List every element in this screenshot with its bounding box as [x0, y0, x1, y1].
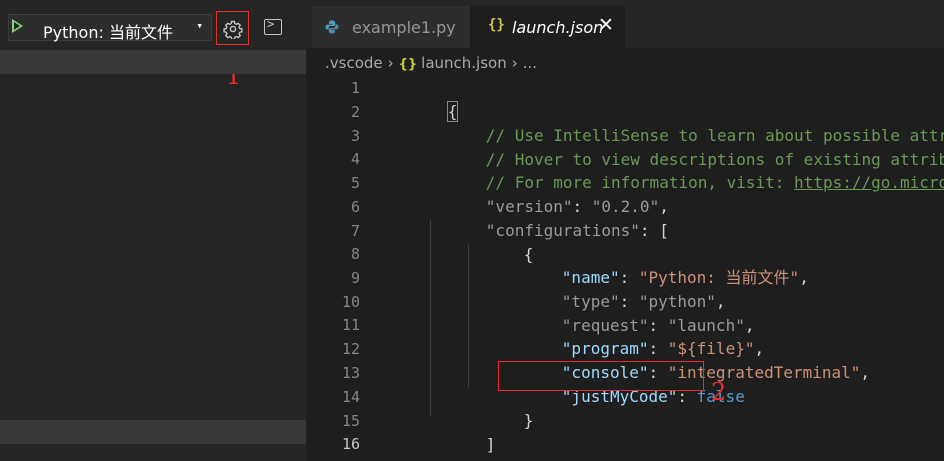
line-number: 12: [341, 340, 360, 358]
json-icon: {}: [488, 17, 505, 33]
breadcrumb: .vscode ›{} launch.json ›...: [325, 54, 537, 74]
line-number: 13: [341, 364, 360, 382]
tab-example1-py[interactable]: example1.py: [312, 6, 470, 48]
comment-link[interactable]: https://go.microsoft.com/fwlink/?linkid=…: [794, 173, 944, 192]
line-number: 11: [341, 316, 360, 334]
code-line: {: [390, 76, 459, 122]
breadcrumb-file[interactable]: launch.json: [421, 54, 507, 72]
chevron-right-icon: ›: [387, 54, 394, 72]
code-line: ]: [428, 409, 496, 454]
debug-console-button[interactable]: >: [264, 17, 282, 35]
code-line: // Hover to view descriptions of existin…: [428, 124, 944, 169]
open-launch-json-button[interactable]: [216, 11, 249, 45]
debug-config-label: Python: 当前文件: [43, 23, 173, 42]
json-comma: ,: [799, 268, 809, 287]
editor-area: example1.py {} launch.json ✕ .vscode ›{} l…: [306, 0, 944, 461]
code-line: "name": "Python: 当前文件",: [504, 242, 809, 287]
json-comma: ,: [860, 363, 871, 382]
line-number: 9: [350, 269, 360, 287]
line-number: 15: [341, 412, 360, 430]
terminal-icon: >: [267, 17, 275, 31]
annotation-highlight-box: [498, 361, 704, 391]
chevron-down-icon: ▾: [196, 19, 203, 32]
breakpoints-section-header[interactable]: [0, 420, 306, 444]
line-number: 3: [350, 127, 360, 145]
line-number: 7: [350, 222, 360, 240]
code-editor[interactable]: { // Use IntelliSense to learn about pos…: [390, 76, 944, 456]
line-number: 5: [350, 174, 360, 192]
json-icon: {}: [398, 57, 418, 72]
code-line: // Use IntelliSense to learn about possi…: [428, 100, 944, 145]
line-number: 10: [341, 293, 360, 311]
tab-label: example1.py: [352, 18, 456, 37]
debug-config-select[interactable]: Python: 当前文件 ▾: [8, 14, 212, 42]
annotation-number-2: 2: [711, 378, 727, 406]
line-number: 8: [350, 245, 360, 263]
debug-sidebar: Python: 当前文件 ▾ > 1: [0, 0, 306, 461]
line-number: 1: [350, 79, 360, 97]
chevron-right-icon: ›: [511, 54, 518, 72]
variables-section-header[interactable]: [0, 50, 306, 74]
breadcrumb-more[interactable]: ...: [523, 54, 537, 72]
code-line: }: [390, 432, 457, 456]
python-icon: [325, 20, 339, 34]
tab-bar: example1.py {} launch.json ✕: [306, 0, 944, 48]
line-number: 6: [350, 198, 360, 216]
gear-icon: [223, 20, 243, 39]
code-line: "program": "${file}",: [504, 313, 764, 358]
code-line: "console": "integratedTerminal",: [504, 337, 870, 382]
close-brace: }: [523, 411, 534, 430]
code-line: // For more information, visit: https://…: [428, 147, 944, 192]
close-icon[interactable]: ✕: [598, 14, 614, 36]
breadcrumb-folder[interactable]: .vscode: [325, 54, 383, 72]
json-colon: : [: [639, 221, 669, 240]
start-debugging-icon[interactable]: [12, 19, 23, 33]
code-line: "configurations": [: [428, 195, 669, 240]
line-number: 14: [341, 388, 360, 406]
code-line: "version": "0.2.0",: [428, 171, 669, 216]
line-number-current: 16: [341, 435, 360, 453]
close-bracket: ]: [485, 435, 496, 454]
tab-label: launch.json: [512, 18, 604, 37]
code-line: "type": "python",: [504, 266, 726, 311]
tab-launch-json[interactable]: {} launch.json ✕: [470, 6, 625, 48]
line-number: 2: [350, 103, 360, 121]
line-number: 4: [350, 150, 360, 168]
code-line: {: [466, 219, 534, 264]
debug-toolbar: Python: 当前文件 ▾ >: [0, 0, 306, 50]
code-line: "request": "launch",: [504, 290, 755, 335]
